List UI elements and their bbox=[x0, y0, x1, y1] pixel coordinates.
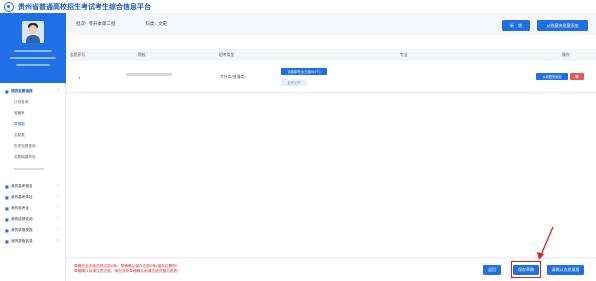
annotation-arrow-icon bbox=[537, 226, 554, 260]
